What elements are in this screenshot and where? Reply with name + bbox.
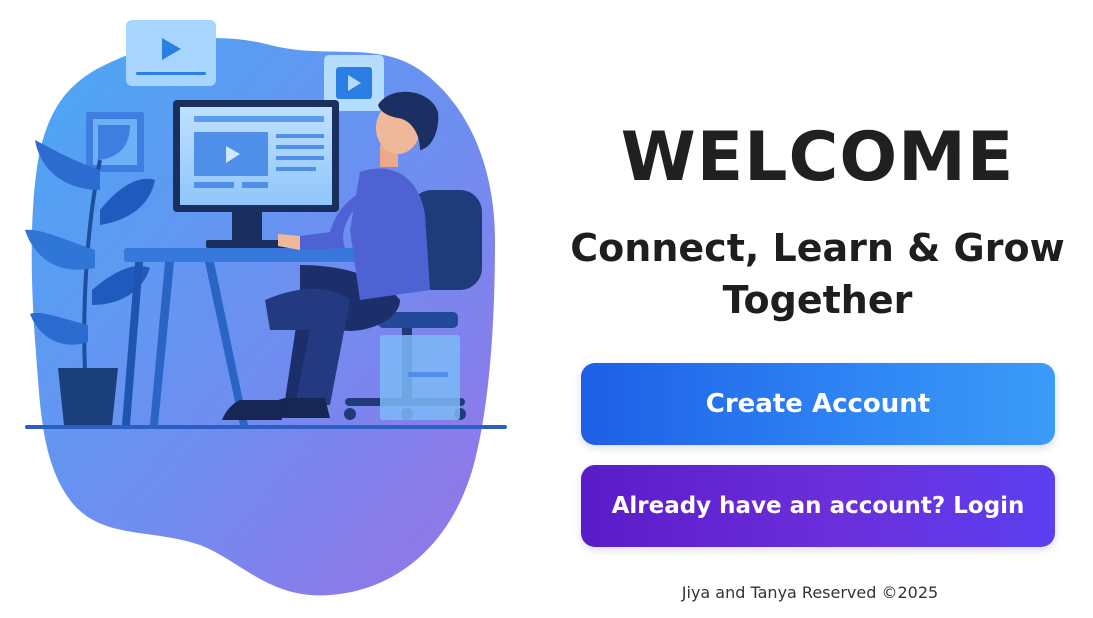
footer-copyright: Jiya and Tanya Reserved ©2025 — [681, 583, 939, 602]
hero-illustration — [25, 20, 507, 596]
create-account-button[interactable]: Create Account — [581, 363, 1055, 445]
tagline: Connect, Learn & Grow Together — [560, 222, 1075, 326]
welcome-screen: WELCOME Connect, Learn & Grow Together C… — [0, 0, 1093, 618]
video-play-icon — [126, 20, 216, 86]
welcome-title: WELCOME — [620, 118, 1015, 197]
floor-line — [25, 425, 507, 429]
tagline-line-2: Together — [722, 278, 913, 322]
login-button[interactable]: Already have an account? Login — [581, 465, 1055, 547]
picture-frame-icon — [86, 112, 144, 172]
tagline-line-1: Connect, Learn & Grow — [570, 226, 1065, 270]
